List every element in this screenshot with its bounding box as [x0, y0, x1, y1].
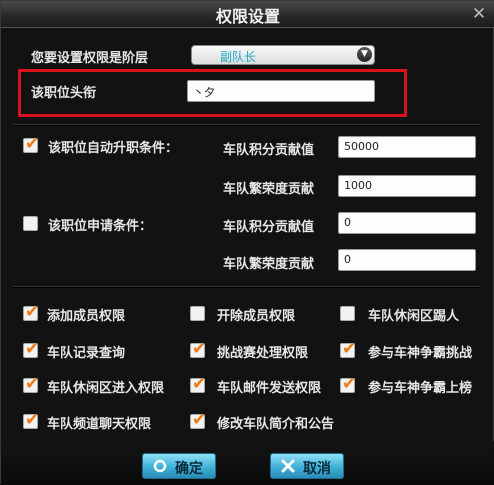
perm-kick-member-label: 开除成员权限	[217, 309, 296, 324]
perm-mail-send-checkbox[interactable]: ✔	[190, 374, 206, 394]
perm-lounge-kick-label: 车队休闲区踢人	[368, 309, 460, 324]
check-icon: ✔	[192, 374, 207, 394]
auto-promote-checkbox[interactable]: ✔	[23, 134, 39, 154]
perm-lounge-enter-checkbox[interactable]: ✔	[23, 374, 39, 394]
dialog-footer	[1, 441, 494, 485]
perm-kick-member-checkbox[interactable]	[190, 306, 205, 321]
level-select[interactable]: 副队长 ▼	[191, 45, 375, 65]
circle-icon	[153, 459, 167, 473]
check-icon: ✔	[192, 339, 207, 359]
cancel-button-label: 取消	[303, 461, 331, 477]
perm-channel-chat-checkbox[interactable]: ✔	[23, 410, 39, 430]
perm-edit-intro-label: 修改车队简介和公告	[217, 417, 335, 432]
perm-challenge-checkbox[interactable]: ✔	[190, 339, 206, 359]
level-label: 您要设置权限是阶层	[31, 51, 149, 66]
perm-challenge-label: 挑战赛处理权限	[217, 346, 309, 361]
level-select-value: 副队长	[220, 50, 257, 64]
perm-record-query-checkbox[interactable]: ✔	[23, 339, 39, 359]
close-icon[interactable]: ✕	[469, 4, 489, 24]
auto-promote-label: 该职位自动升职条件：	[48, 141, 179, 156]
auto-promote-points-label: 车队积分贡献值	[223, 143, 315, 158]
perm-god-challenge-checkbox[interactable]: ✔	[340, 339, 356, 359]
perm-channel-chat-label: 车队频道聊天权限	[47, 417, 152, 432]
position-title-label: 该职位头衔	[31, 86, 97, 101]
confirm-button[interactable]: 确定	[142, 453, 216, 479]
perm-add-member-checkbox[interactable]: ✔	[23, 302, 39, 322]
perm-god-rank-checkbox[interactable]: ✔	[340, 374, 356, 394]
perm-mail-send-label: 车队邮件发送权限	[217, 381, 322, 396]
apply-prosperity-label: 车队繁荣度贡献	[223, 257, 315, 272]
confirm-button-label: 确定	[175, 461, 203, 477]
check-icon: ✔	[25, 134, 40, 154]
perm-edit-intro-checkbox[interactable]: ✔	[190, 410, 206, 430]
check-icon: ✔	[25, 410, 40, 430]
check-icon: ✔	[192, 410, 207, 430]
perm-lounge-kick-checkbox[interactable]	[340, 306, 355, 321]
perm-add-member-label: 添加成员权限	[47, 309, 126, 324]
auto-promote-prosperity-label: 车队繁荣度贡献	[223, 182, 315, 197]
check-icon: ✔	[342, 339, 357, 359]
apply-points-input[interactable]: 0	[338, 212, 476, 234]
dialog-title: 权限设置	[215, 7, 280, 26]
close-x-icon	[281, 459, 295, 473]
perm-lounge-enter-label: 车队休闲区进入权限	[47, 381, 165, 396]
apply-label: 该职位申请条件：	[48, 219, 153, 234]
check-icon: ✔	[25, 339, 40, 359]
title-bar: 权限设置 ✕	[1, 1, 494, 28]
check-icon: ✔	[25, 374, 40, 394]
divider	[13, 286, 481, 288]
chevron-down-icon[interactable]: ▼	[357, 47, 372, 62]
perm-god-rank-label: 参与车神争霸上榜	[368, 381, 473, 396]
check-icon: ✔	[342, 374, 357, 394]
apply-checkbox[interactable]	[23, 216, 38, 231]
perm-god-challenge-label: 参与车神争霸挑战	[368, 346, 473, 361]
check-icon: ✔	[25, 302, 40, 322]
cancel-button[interactable]: 取消	[270, 453, 344, 479]
permission-dialog: 权限设置 ✕ 您要设置权限是阶层 副队长 ▼ 该职位头衔 丶夕 ✔ 该职位自动升…	[0, 0, 494, 485]
apply-points-label: 车队积分贡献值	[223, 220, 315, 235]
position-title-input[interactable]: 丶夕	[187, 80, 375, 102]
auto-promote-prosperity-input[interactable]: 1000	[338, 175, 476, 197]
divider	[13, 124, 481, 126]
auto-promote-points-input[interactable]: 50000	[338, 136, 476, 158]
perm-record-query-label: 车队记录查询	[47, 346, 126, 361]
apply-prosperity-input[interactable]: 0	[338, 249, 476, 271]
